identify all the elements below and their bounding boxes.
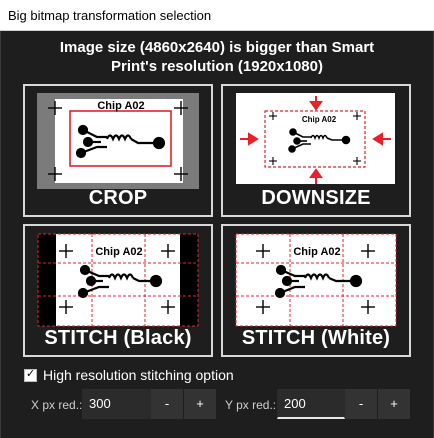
chip-text: Chip A02 [293,246,340,258]
high-res-stitching-option[interactable]: ✓ High resolution stitching option [24,366,234,384]
x-px-red-input[interactable]: 300 [82,389,151,419]
size-message-line1: Image size (4860x2640) is bigger than Sm… [59,39,375,56]
high-res-stitching-label: High resolution stitching option [43,367,234,383]
y-px-red-input[interactable]: 200 [277,389,345,419]
downsize-option[interactable]: Chip A02 DOWNSIZE [221,84,411,217]
stitch-white-option[interactable]: Chip A02 STITCH (White) [221,224,411,357]
stitch-black-option[interactable]: Chip A02 STITCH (Black) [23,224,213,357]
chip-text: Chip A02 [95,246,142,258]
chip-text: Chip A02 [97,100,144,112]
y-px-red-label: Y px red.: [225,398,277,412]
x-increment-button[interactable]: + [184,389,216,419]
window-title: Big bitmap transformation selection [0,0,434,31]
chip-text: Chip A02 [302,115,337,124]
size-message: Image size (4860x2640) is bigger than Sm… [0,38,434,76]
downsize-label: DOWNSIZE [261,187,371,209]
crop-label: CROP [88,187,148,209]
high-res-stitching-checkbox[interactable]: ✓ [24,366,37,382]
checkmark-icon: ✓ [26,366,36,380]
stitch-white-label: STITCH (White) [241,327,391,349]
x-decrement-button[interactable]: - [151,389,183,419]
y-increment-button[interactable]: + [378,389,410,419]
crop-option[interactable]: Chip A02 CROP [23,84,213,217]
stitch-black-label: STITCH (Black) [44,327,192,349]
x-px-red-label: X px red.: [31,398,83,412]
y-decrement-button[interactable]: - [345,389,377,419]
size-message-line2: Print's resolution (1920x1080) [111,58,323,75]
